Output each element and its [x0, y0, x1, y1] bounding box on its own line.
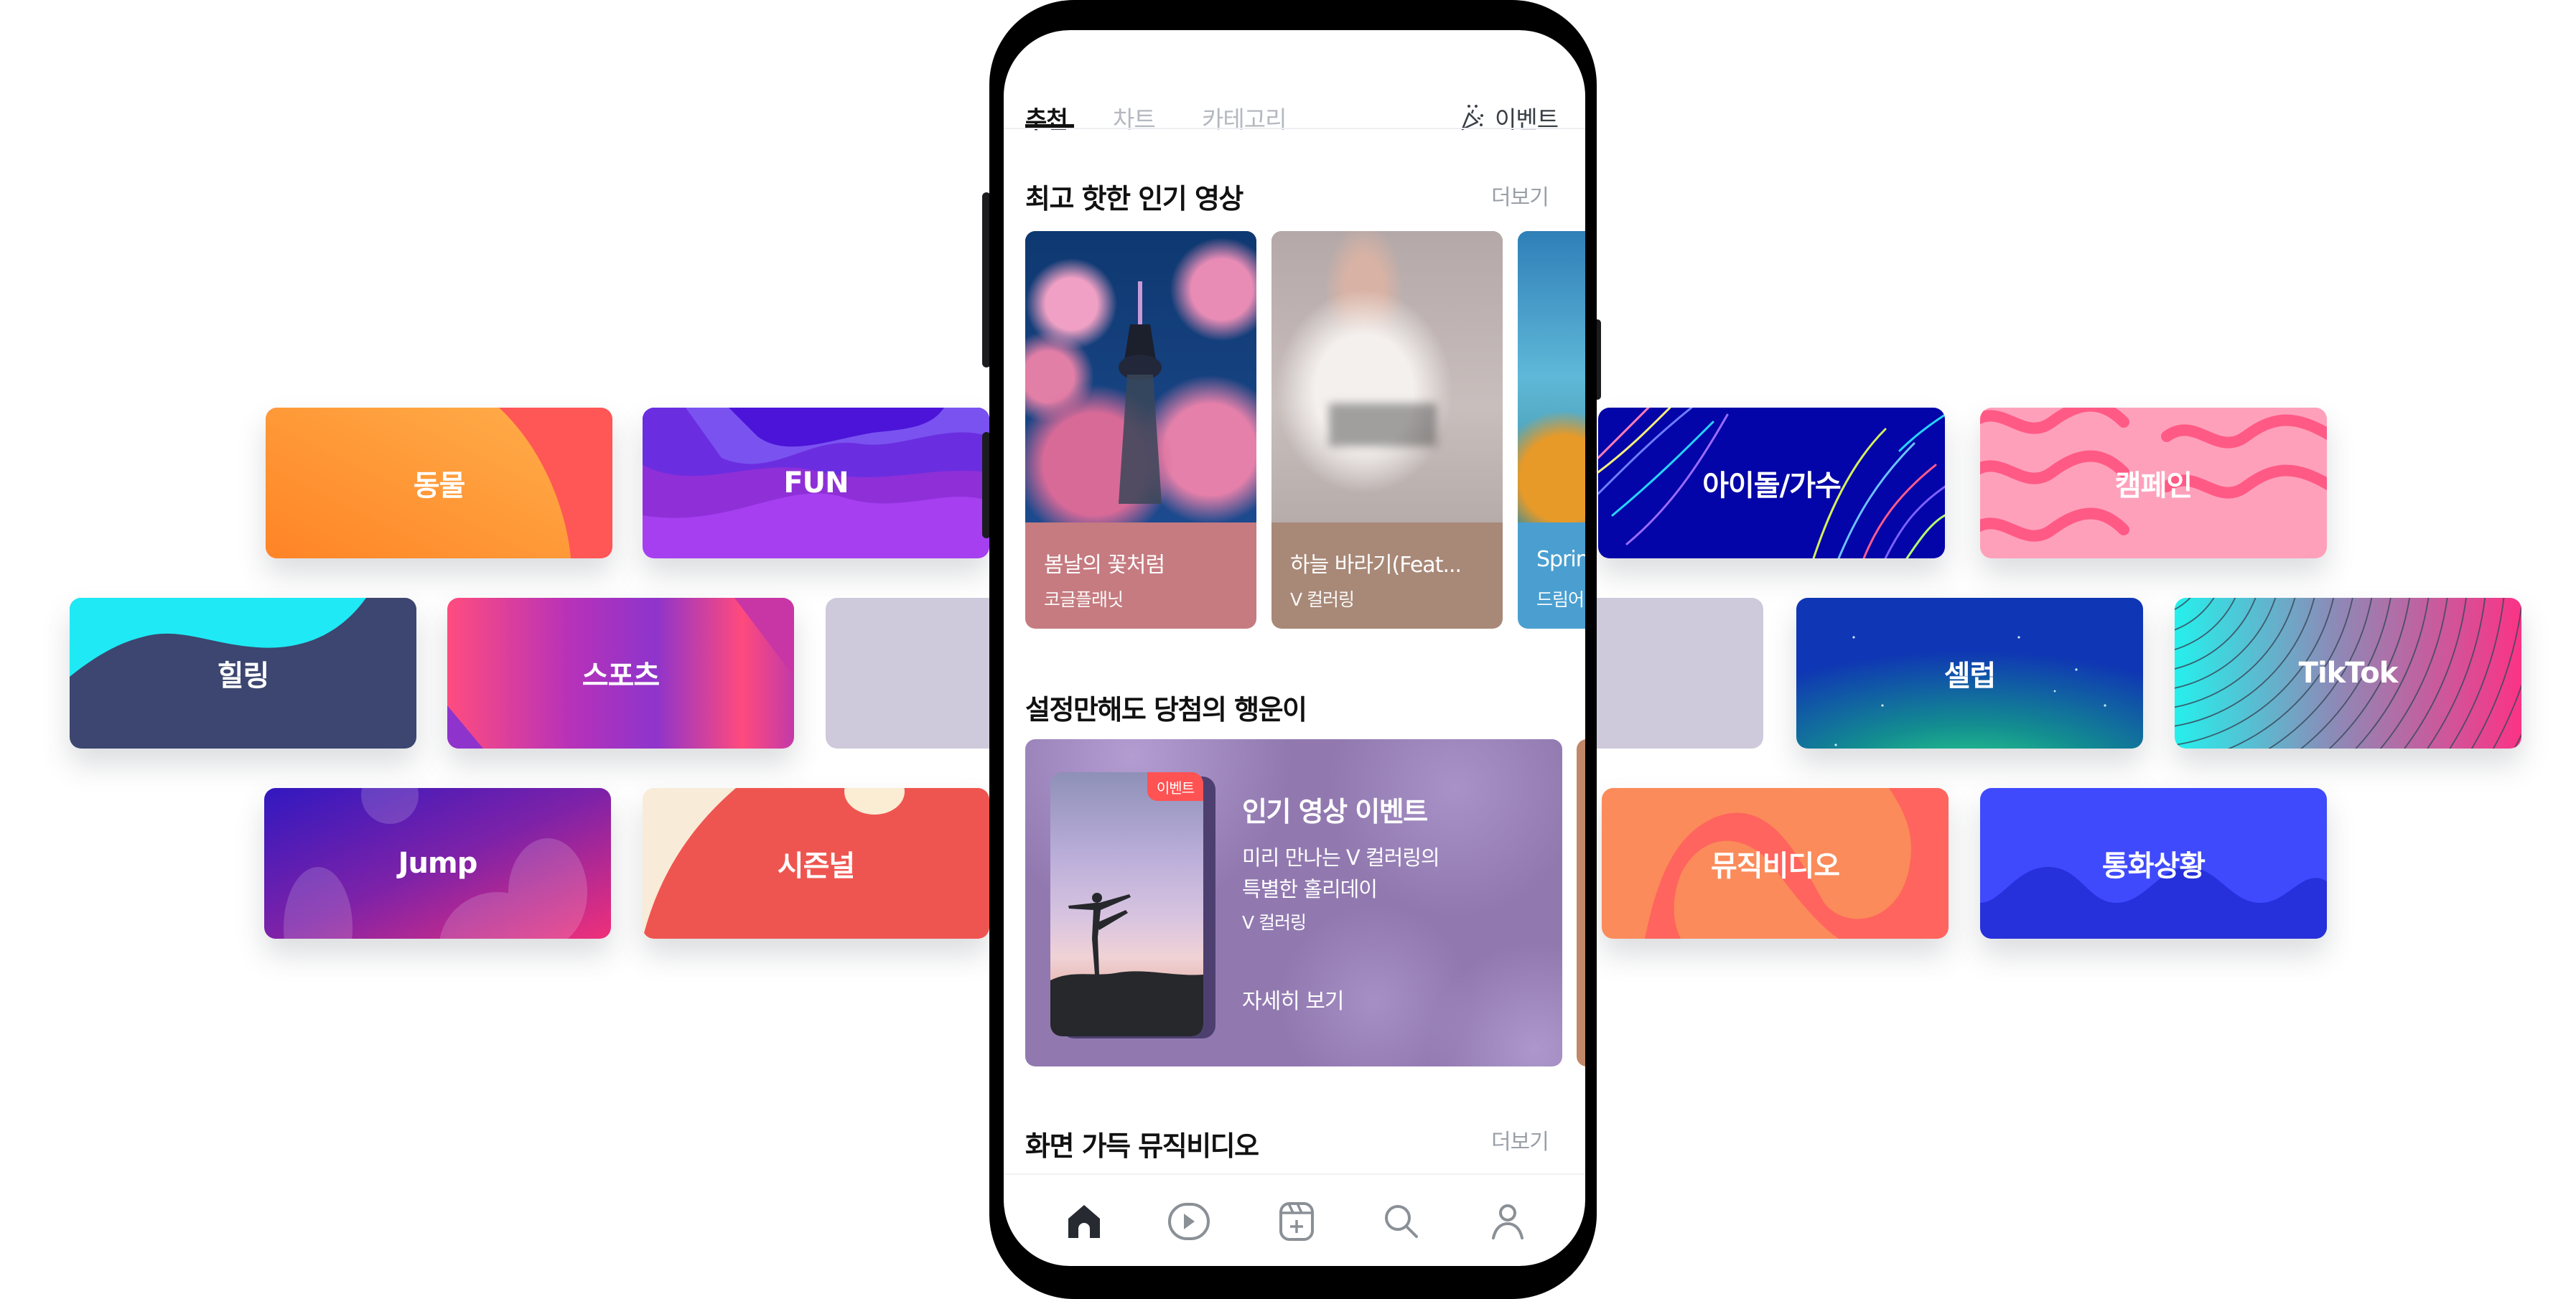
- event-detail-link[interactable]: 자세히 보기: [1242, 983, 1345, 1015]
- category-tile-healing[interactable]: 힐링: [70, 598, 416, 749]
- category-label: 스포츠: [582, 660, 660, 693]
- category-tile-idol[interactable]: 아이돌/가수: [1598, 408, 1945, 558]
- video-title: Spring: [1536, 547, 1585, 572]
- category-label: 아이돌/가수: [1702, 469, 1842, 502]
- tab-recommended[interactable]: 추천: [1025, 100, 1068, 135]
- category-tile-animal[interactable]: 동물: [266, 408, 612, 558]
- nav-video[interactable]: [1166, 1199, 1212, 1244]
- event-card[interactable]: 이벤트 인기 영상 이벤트 미리 만나는 V 컬러링의 특별한 홀리데이 V 컬…: [1025, 739, 1562, 1066]
- video-artist: 코글플래닛: [1044, 589, 1124, 610]
- next-event-card[interactable]: [1577, 739, 1585, 1066]
- video-thumbnail: [1271, 231, 1503, 522]
- nav-search[interactable]: [1378, 1199, 1424, 1244]
- app-screen: 추천 차트 카테고리 이벤트 최고 핫한 인기 영상 더보기 봄날의 꽃처럼 코…: [1004, 30, 1585, 1266]
- category-tile-tiktok[interactable]: TikTok: [2175, 598, 2521, 749]
- category-label: 시즌널: [777, 850, 855, 883]
- category-tile-campaign[interactable]: 캠페인: [1980, 408, 2327, 558]
- category-label: 동물: [413, 469, 466, 502]
- category-label: TikTok: [2298, 657, 2399, 690]
- video-card[interactable]: Spring 드림어: [1518, 231, 1585, 629]
- section-title-hot-videos: 최고 핫한 인기 영상: [1025, 183, 1243, 215]
- video-thumbnail: [1025, 231, 1256, 522]
- video-title: 하늘 바라기(Feat...: [1290, 553, 1462, 578]
- nav-create[interactable]: [1274, 1199, 1320, 1244]
- video-thumbnail: [1518, 231, 1585, 522]
- category-tile-jump[interactable]: Jump: [264, 788, 611, 939]
- person-icon: [1492, 1204, 1523, 1239]
- section-title-event: 설정만해도 당첨의 행운이: [1025, 694, 1307, 726]
- category-label: 셀럽: [1943, 660, 1997, 693]
- category-tile-fun[interactable]: FUN: [643, 408, 989, 558]
- category-label: Jump: [398, 847, 478, 880]
- tower-illustration: [1119, 281, 1162, 504]
- event-title: 인기 영상 이벤트: [1242, 796, 1428, 827]
- category-tile-sports[interactable]: 스포츠: [447, 598, 794, 749]
- category-tile-seasonal[interactable]: 시즌널: [643, 788, 989, 939]
- category-label: 캠페인: [2114, 469, 2193, 502]
- nav-home[interactable]: [1061, 1199, 1107, 1244]
- video-artist: V 컬러링: [1290, 589, 1355, 610]
- category-tile-music-video[interactable]: 뮤직비디오: [1602, 788, 1949, 939]
- event-poster: 이벤트: [1050, 772, 1203, 1036]
- nav-my[interactable]: [1485, 1199, 1531, 1244]
- yoga-silhouette: [1050, 893, 1203, 1036]
- tab-category[interactable]: 카테고리: [1202, 100, 1287, 135]
- section-title-music-video: 화면 가득 뮤직비디오: [1025, 1130, 1259, 1162]
- category-tile-celeb[interactable]: 셀럽: [1796, 598, 2143, 749]
- tab-event[interactable]: 이벤트: [1459, 100, 1559, 135]
- tab-divider: [1004, 128, 1585, 129]
- event-badge: 이벤트: [1147, 772, 1203, 801]
- category-label: 뮤직비디오: [1711, 850, 1840, 883]
- category-tile-call-situation[interactable]: 통화상황: [1980, 788, 2327, 939]
- search-icon: [1385, 1205, 1418, 1238]
- video-card[interactable]: 하늘 바라기(Feat... V 컬러링: [1271, 231, 1503, 629]
- video-card[interactable]: 봄날의 꽃처럼 코글플래닛: [1025, 231, 1256, 629]
- tab-event-label: 이벤트: [1495, 105, 1559, 133]
- event-description-line2: 특별한 홀리데이: [1242, 877, 1378, 901]
- more-link[interactable]: 더보기: [1491, 179, 1549, 211]
- video-artist: 드림어: [1536, 589, 1585, 610]
- event-artist: V 컬러링: [1242, 912, 1307, 933]
- tab-chart[interactable]: 차트: [1113, 100, 1156, 135]
- play-icon: [1168, 1203, 1210, 1240]
- category-label: FUN: [783, 466, 849, 500]
- home-icon: [1068, 1205, 1100, 1238]
- category-label: 통화상황: [2101, 850, 2206, 883]
- bottom-nav-divider: [1004, 1173, 1585, 1175]
- add-clip-icon: [1279, 1202, 1314, 1241]
- category-label: 힐링: [217, 660, 270, 693]
- event-description-line1: 미리 만나는 V 컬러링의: [1242, 845, 1440, 870]
- video-title: 봄날의 꽃처럼: [1044, 553, 1165, 578]
- more-link[interactable]: 더보기: [1491, 1124, 1549, 1155]
